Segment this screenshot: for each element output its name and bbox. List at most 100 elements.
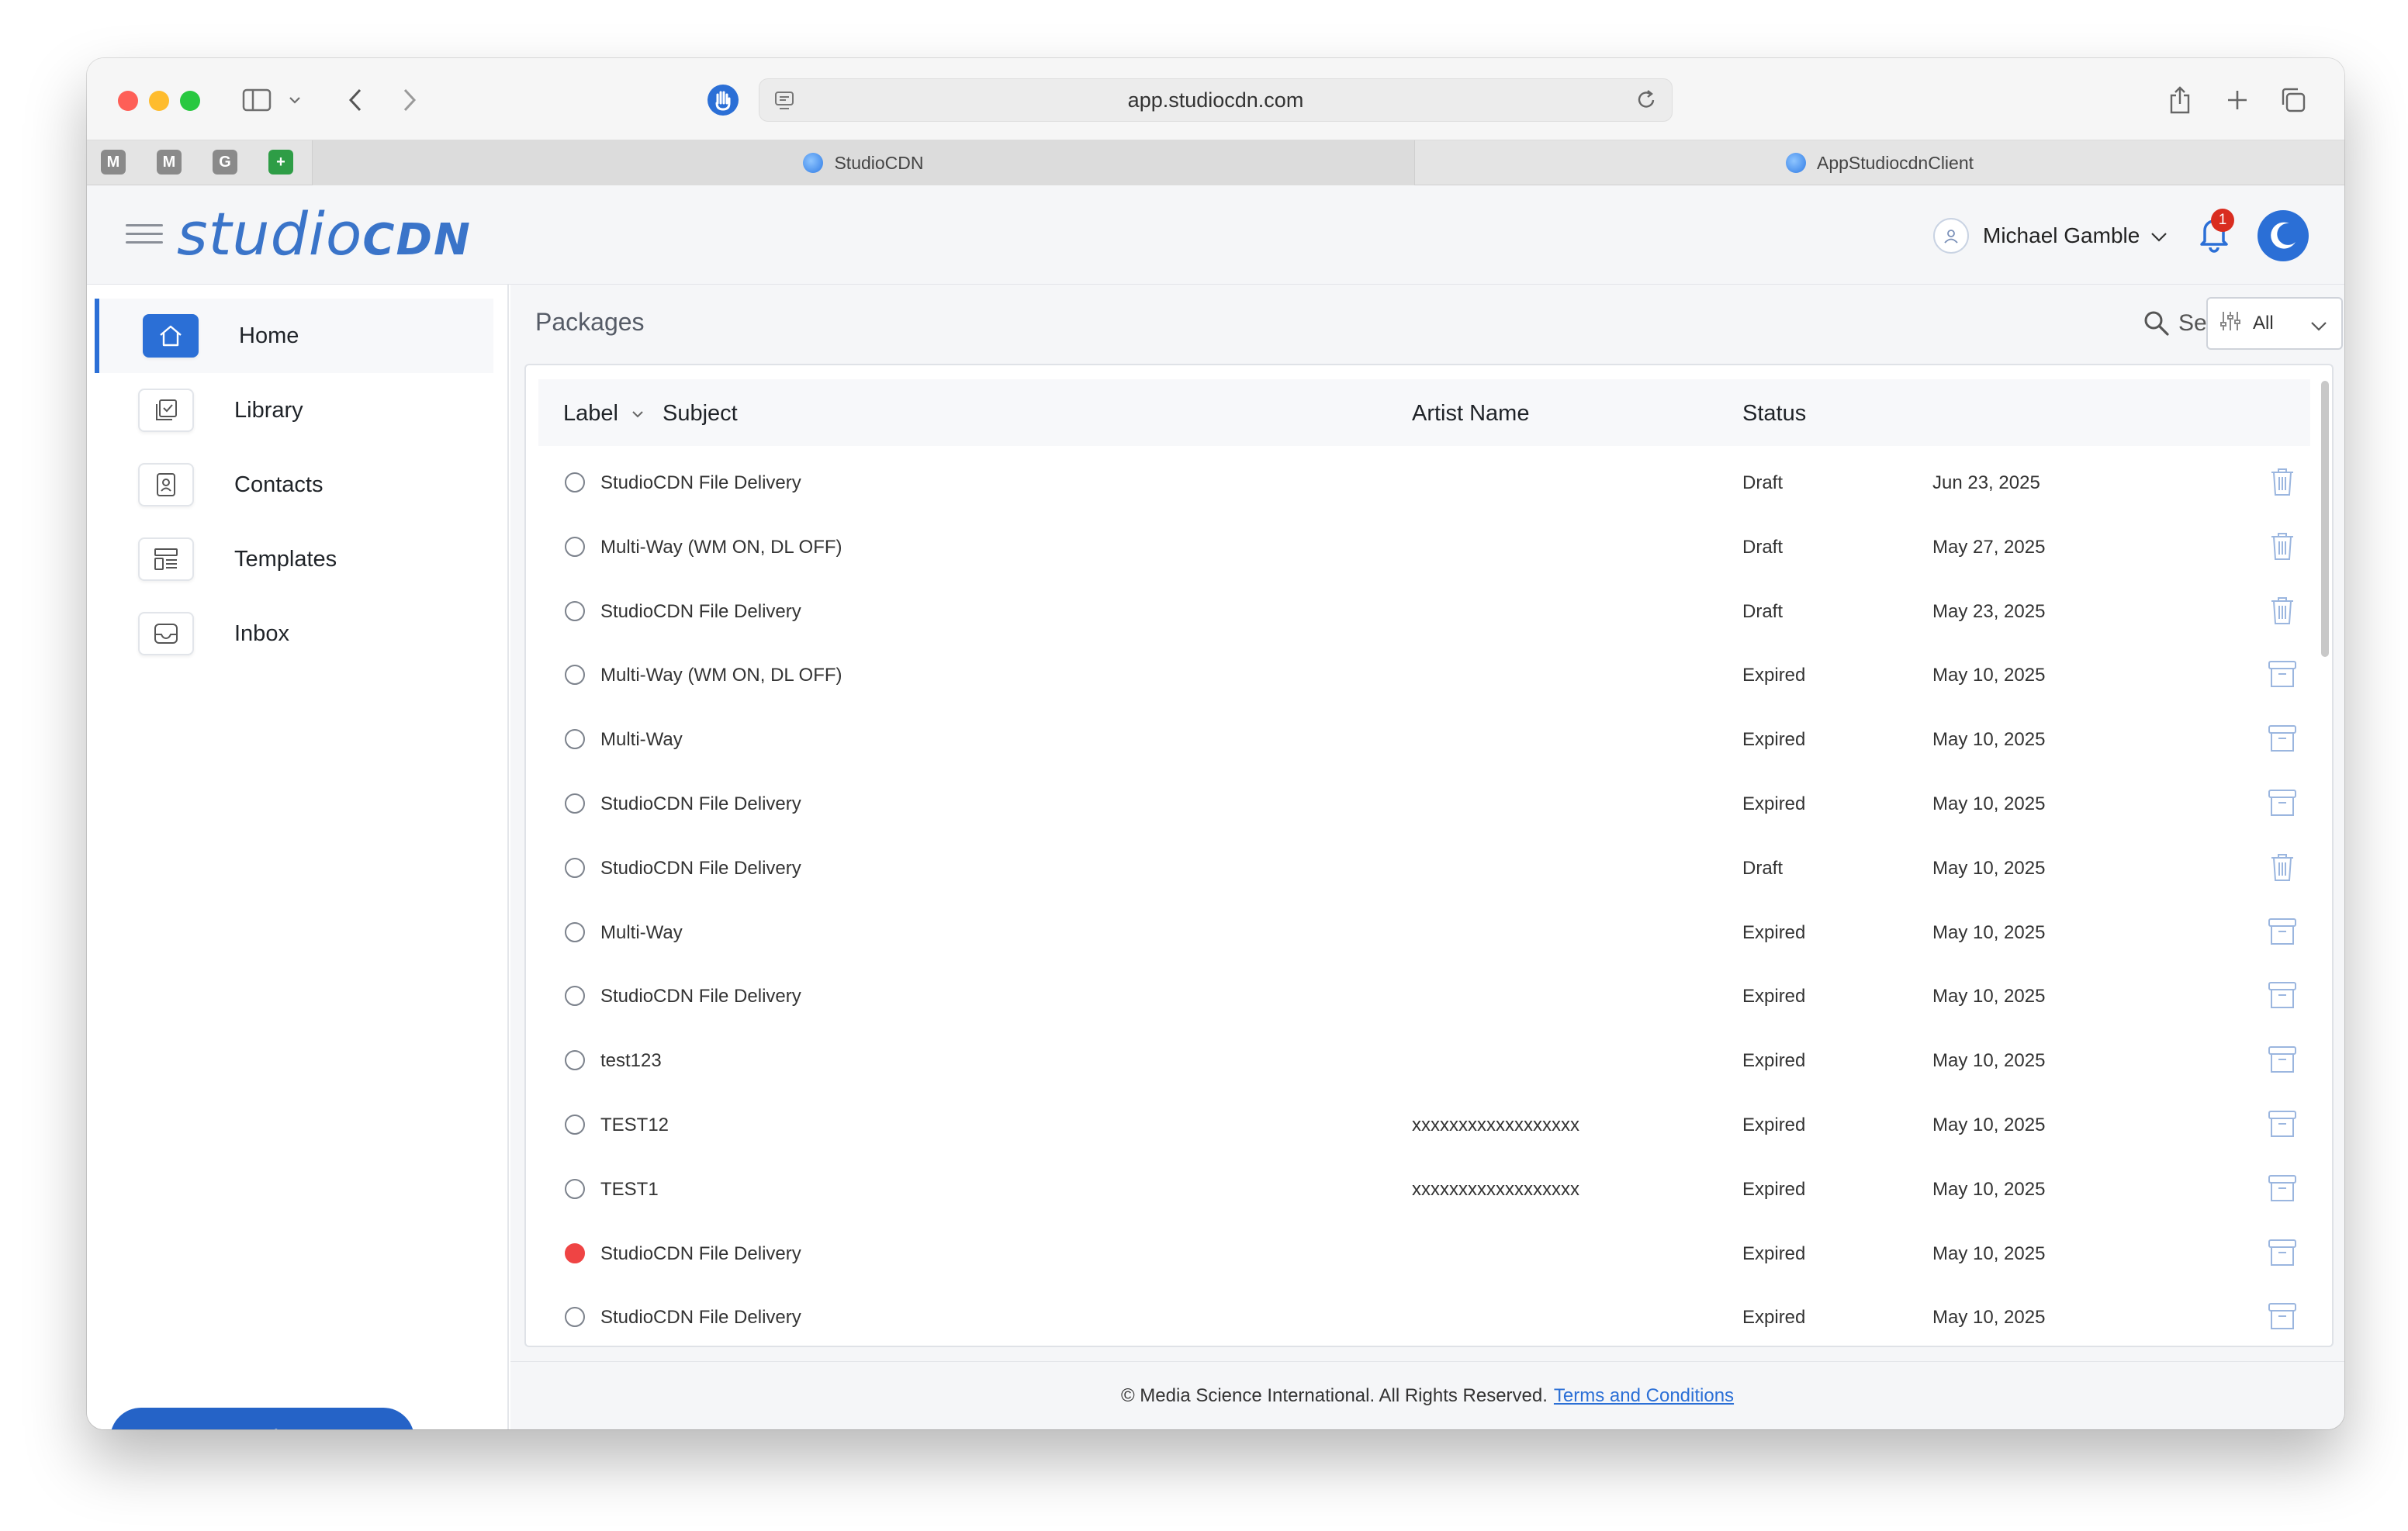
share-icon[interactable] <box>2163 80 2197 120</box>
browser-toolbar: app.studiocdn.com <box>87 58 2344 140</box>
subject-cell: Multi-Way (WM ON, DL OFF) <box>600 536 842 558</box>
table-row[interactable]: StudioCDN File Delivery Draft May 10, 2025 <box>538 836 2310 900</box>
subject-cell: Multi-Way <box>600 921 683 943</box>
notification-badge: 1 <box>2211 209 2234 232</box>
chevron-down-icon[interactable] <box>285 80 304 120</box>
pinned-tab-4[interactable]: + <box>268 150 293 175</box>
chevron-down-icon <box>2150 223 2168 248</box>
table-header: Label Subject Artist Name Status <box>538 379 2310 446</box>
table-row[interactable]: test123 Expired May 10, 2025 <box>538 1028 2310 1093</box>
table-row[interactable]: StudioCDN File Delivery Draft May 23, 2025 <box>538 579 2310 644</box>
subject-cell: StudioCDN File Delivery <box>600 793 801 814</box>
table-row[interactable]: StudioCDN File Delivery Expired May 10, 20… <box>538 964 2310 1028</box>
table-row[interactable]: Multi-Way Expired May 10, 2025 <box>538 707 2310 772</box>
archive-icon[interactable] <box>2265 1107 2299 1141</box>
label-radio[interactable] <box>565 1307 585 1328</box>
sidebar-item-home[interactable]: Home <box>95 299 493 373</box>
label-column-header[interactable]: Label <box>563 401 645 427</box>
menu-icon[interactable] <box>126 224 163 250</box>
subject-cell: StudioCDN File Delivery <box>600 472 801 493</box>
trash-icon[interactable] <box>2265 529 2299 563</box>
label-radio[interactable] <box>565 665 585 686</box>
label-radio[interactable] <box>565 986 585 1007</box>
studiocdn-logo[interactable]: studioCDN <box>177 199 472 275</box>
theme-toggle-button[interactable] <box>2258 210 2309 261</box>
label-radio[interactable] <box>565 600 585 621</box>
table-row[interactable]: Multi-Way Expired May 10, 2025 <box>538 900 2310 965</box>
subject-cell: StudioCDN File Delivery <box>600 857 801 879</box>
label-radio[interactable] <box>565 921 585 942</box>
archive-icon[interactable] <box>2265 786 2299 820</box>
table-scrollbar[interactable] <box>2321 381 2329 657</box>
tab-studiocdn[interactable]: StudioCDN <box>312 140 1415 185</box>
table-row[interactable]: StudioCDN File Delivery Expired May 10, 20… <box>538 1222 2310 1286</box>
terms-link[interactable]: Terms and Conditions <box>1554 1385 1734 1407</box>
pinned-tab-1[interactable]: M <box>101 150 126 175</box>
pinned-tab-2[interactable]: M <box>157 150 182 175</box>
archive-icon[interactable] <box>2265 1171 2299 1205</box>
table-row[interactable]: Multi-Way (WM ON, DL OFF) Draft May 27, 20… <box>538 515 2310 579</box>
date-cell: May 10, 2025 <box>1932 1242 2046 1264</box>
label-radio[interactable] <box>565 793 585 814</box>
status-cell: Expired <box>1742 921 1806 943</box>
forward-icon[interactable] <box>394 80 425 120</box>
page-title: Packages <box>535 308 645 336</box>
user-name: Michael Gamble <box>1983 223 2140 247</box>
sidebar-item-library[interactable]: Library <box>95 373 493 448</box>
label-radio[interactable] <box>565 536 585 557</box>
archive-icon[interactable] <box>2265 721 2299 755</box>
table-row[interactable]: Multi-Way (WM ON, DL OFF) Expired May 10, … <box>538 643 2310 707</box>
new-package-button[interactable]: New Package + <box>110 1408 414 1429</box>
sidebar-item-label: Home <box>239 323 299 348</box>
tab-appstudiocdnclient[interactable]: AppStudiocdnClient <box>1415 140 2344 185</box>
label-radio[interactable] <box>565 1115 585 1135</box>
minimize-window-button[interactable] <box>149 91 169 111</box>
table-row[interactable]: StudioCDN File Delivery Expired May 10, 20… <box>538 772 2310 836</box>
status-cell: Expired <box>1742 1242 1806 1264</box>
artist-column-header: Artist Name <box>1412 401 1530 426</box>
sidebar-item-inbox[interactable]: Inbox <box>95 596 493 671</box>
sidebar-item-templates[interactable]: Templates <box>95 522 493 596</box>
pinned-tab-letter: G <box>219 153 231 171</box>
pinned-tab-3[interactable]: G <box>213 150 237 175</box>
url-text: app.studiocdn.com <box>1127 88 1304 112</box>
close-window-button[interactable] <box>118 91 138 111</box>
table-row[interactable]: TEST12 xxxxxxxxxxxxxxxxxx Expired May 10, 2… <box>538 1093 2310 1157</box>
archive-icon[interactable] <box>2265 978 2299 1012</box>
table-row[interactable]: StudioCDN File Delivery Draft Jun 23, 2025 <box>538 451 2310 515</box>
table-row[interactable]: StudioCDN File Delivery Expired May 10, 20… <box>538 1285 2310 1346</box>
templates-icon <box>138 537 194 581</box>
column-label: Label <box>563 401 618 426</box>
label-radio[interactable] <box>565 857 585 878</box>
label-radio[interactable] <box>565 472 585 492</box>
label-radio[interactable] <box>565 1242 585 1263</box>
sidebar-item-contacts[interactable]: Contacts <box>95 448 493 522</box>
trash-icon[interactable] <box>2265 850 2299 884</box>
sidebar-toggle-icon[interactable] <box>239 80 275 120</box>
trash-icon[interactable] <box>2265 465 2299 499</box>
status-filter-select[interactable]: All <box>2206 297 2343 350</box>
site-settings-icon[interactable] <box>773 90 795 117</box>
table-row[interactable]: TEST1 xxxxxxxxxxxxxxxxxx Expired May 10, 20… <box>538 1157 2310 1222</box>
user-menu[interactable]: Michael Gamble <box>1933 216 2168 255</box>
back-icon[interactable] <box>340 80 371 120</box>
label-radio[interactable] <box>565 1050 585 1071</box>
archive-icon[interactable] <box>2265 914 2299 949</box>
subject-cell: TEST12 <box>600 1115 669 1135</box>
label-radio[interactable] <box>565 1178 585 1199</box>
archive-icon[interactable] <box>2265 1236 2299 1270</box>
archive-icon[interactable] <box>2265 657 2299 691</box>
sidebar-item-label: Templates <box>234 546 337 572</box>
new-tab-icon[interactable] <box>2220 80 2254 120</box>
privacy-extension-icon[interactable] <box>704 80 742 120</box>
archive-icon[interactable] <box>2265 1042 2299 1077</box>
tab-overview-icon[interactable] <box>2276 80 2310 120</box>
status-cell: Expired <box>1742 986 1806 1007</box>
trash-icon[interactable] <box>2265 593 2299 627</box>
maximize-window-button[interactable] <box>180 91 200 111</box>
address-bar[interactable]: app.studiocdn.com <box>759 78 1673 122</box>
sidebar-item-label: Library <box>234 397 303 423</box>
archive-icon[interactable] <box>2265 1299 2299 1333</box>
label-radio[interactable] <box>565 729 585 750</box>
reload-icon[interactable] <box>1635 88 1658 117</box>
